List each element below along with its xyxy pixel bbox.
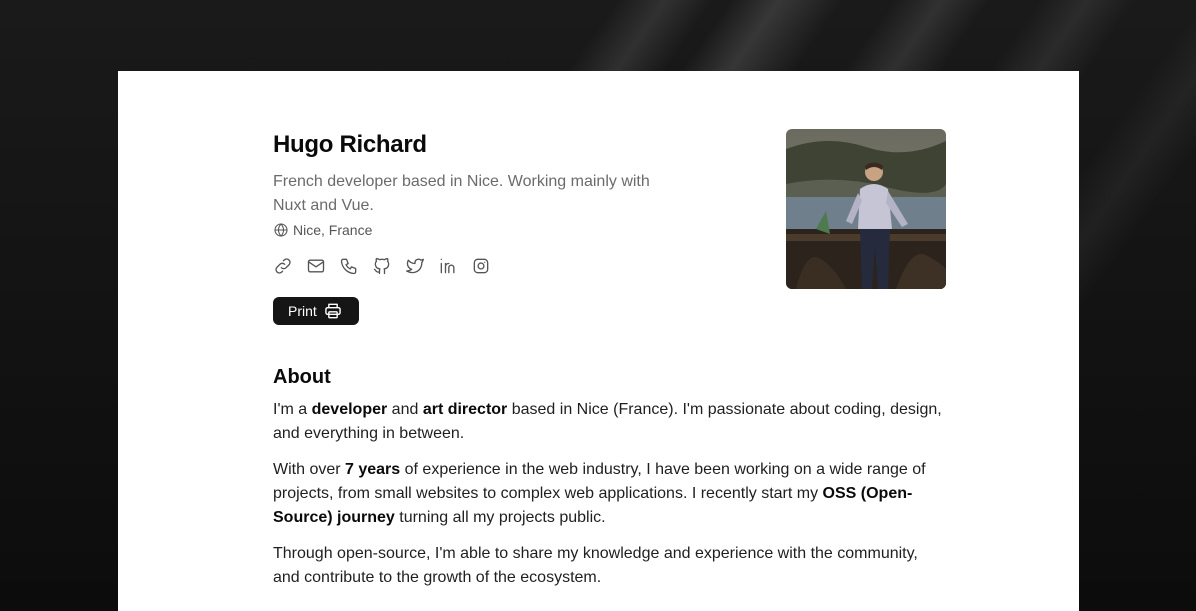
profile-name: Hugo Richard (273, 131, 427, 158)
profile-photo (786, 129, 946, 289)
about-paragraph-1: I'm a developer and art director based i… (273, 398, 946, 446)
text-segment: turning all my projects public. (394, 509, 606, 526)
globe-icon (274, 223, 288, 237)
instagram-icon[interactable] (471, 256, 491, 276)
highlight: developer (311, 401, 388, 418)
phone-icon[interactable] (339, 256, 359, 276)
about-heading: About (273, 366, 331, 388)
printer-icon (325, 303, 341, 319)
print-button[interactable]: Print (273, 297, 359, 325)
highlight: 7 years (345, 461, 401, 478)
text-segment: I'm a (273, 401, 312, 418)
about-paragraph-3: Through open-source, I'm able to share m… (273, 545, 918, 586)
link-icon[interactable] (273, 256, 293, 276)
text-segment: With over (273, 461, 346, 478)
github-icon[interactable] (372, 256, 392, 276)
location: Nice, France (273, 222, 372, 238)
location-text: Nice, France (293, 222, 373, 238)
social-links (273, 256, 491, 276)
text-segment: and (387, 401, 423, 418)
about-paragraph-2: With over 7 years of experience in the w… (273, 458, 946, 530)
print-label: Print (288, 303, 317, 319)
about-section: About I'm a developer and art director b… (273, 366, 946, 602)
profile-header: Hugo Richard French developer based in N… (273, 71, 946, 341)
twitter-icon[interactable] (405, 256, 425, 276)
linkedin-icon[interactable] (438, 256, 458, 276)
resume-card: Hugo Richard French developer based in N… (118, 71, 1079, 611)
highlight: art director (422, 401, 508, 418)
mail-icon[interactable] (306, 256, 326, 276)
profile-bio: French developer based in Nice. Working … (273, 173, 650, 214)
resume-content: Hugo Richard French developer based in N… (273, 71, 946, 586)
